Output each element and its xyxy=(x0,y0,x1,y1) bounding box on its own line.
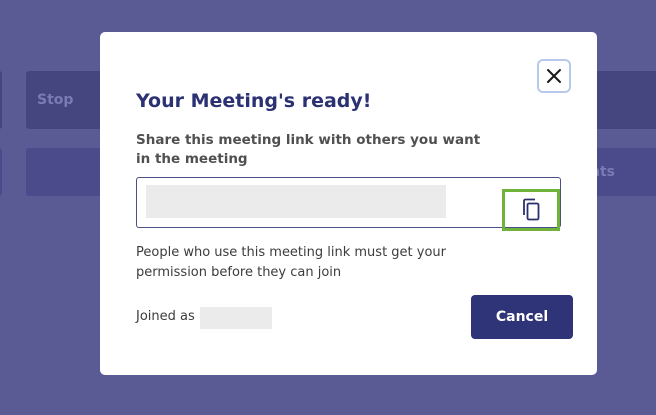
background-control xyxy=(0,71,2,129)
share-link-label: Share this meeting link with others you … xyxy=(136,132,481,167)
copy-link-button[interactable] xyxy=(502,189,560,231)
close-button[interactable] xyxy=(537,59,571,93)
permission-note: People who use this meeting link must ge… xyxy=(136,245,447,280)
close-icon xyxy=(547,69,561,83)
cancel-button[interactable]: Cancel xyxy=(471,295,573,339)
copy-icon xyxy=(523,198,540,221)
dialog-title: Your Meeting's ready! xyxy=(136,90,372,112)
stop-button-label: Stop xyxy=(37,92,74,108)
meeting-ready-dialog: Your Meeting's ready! Share this meeting… xyxy=(100,32,597,375)
meeting-link-field xyxy=(136,177,561,228)
meeting-link-input[interactable] xyxy=(146,185,446,218)
joined-as-name xyxy=(200,307,272,329)
meeting-page: Stop nts Your Meeting's ready! Share thi… xyxy=(0,0,656,415)
background-control xyxy=(0,148,2,196)
joined-as-label: Joined as xyxy=(136,309,195,324)
